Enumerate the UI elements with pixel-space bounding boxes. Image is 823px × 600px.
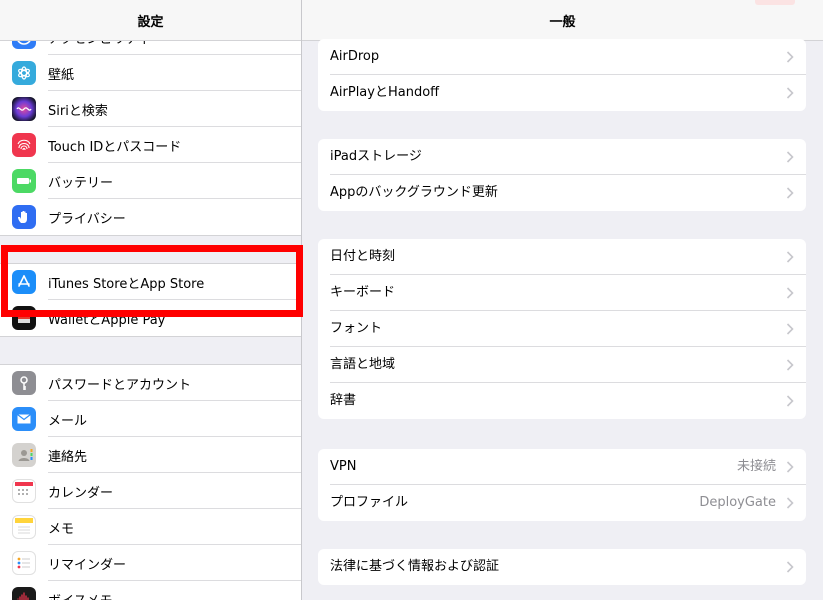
chevron-right-icon — [786, 287, 794, 299]
contacts-icon — [12, 443, 36, 467]
battery-icon — [12, 169, 36, 193]
chevron-right-icon — [786, 87, 794, 99]
general-group-airdrop: AirDrop AirPlayとHandoff — [318, 39, 806, 111]
general-item-ipad-storage[interactable]: iPadストレージ — [318, 139, 806, 175]
hand-icon — [12, 205, 36, 229]
sidebar-item-mail[interactable]: メール — [0, 401, 301, 437]
chevron-right-icon — [786, 151, 794, 163]
sidebar-item-contacts[interactable]: 連絡先 — [0, 437, 301, 473]
sidebar-item-notes[interactable]: メモ — [0, 509, 301, 545]
sidebar-group-system: アクセシビリティ 壁紙 Siriと検索 Touch IDとパスコード — [0, 18, 301, 236]
sidebar-header: 設定 — [0, 0, 301, 41]
chevron-right-icon — [786, 395, 794, 407]
chevron-right-icon — [786, 359, 794, 371]
general-group-storage: iPadストレージ Appのバックグラウンド更新 — [318, 139, 806, 211]
general-item-airdrop[interactable]: AirDrop — [318, 39, 806, 75]
general-item-date-time[interactable]: 日付と時刻 — [318, 239, 806, 275]
general-group-vpn: VPN 未接続 プロファイル DeployGate — [318, 449, 806, 521]
sidebar-item-touch-id[interactable]: Touch IDとパスコード — [0, 127, 301, 163]
profile-value: DeployGate — [699, 495, 776, 510]
general-item-language-region[interactable]: 言語と地域 — [318, 347, 806, 383]
sidebar-item-voice-memos[interactable]: ボイスメモ — [0, 581, 301, 600]
reminders-icon — [12, 551, 36, 575]
chevron-right-icon — [786, 251, 794, 263]
notes-icon — [12, 515, 36, 539]
key-icon — [12, 371, 36, 395]
status-indicator — [755, 0, 795, 5]
sidebar-item-wallpaper[interactable]: 壁紙 — [0, 55, 301, 91]
chevron-right-icon — [786, 187, 794, 199]
general-item-background-app-refresh[interactable]: Appのバックグラウンド更新 — [318, 175, 806, 211]
wallpaper-icon — [12, 61, 36, 85]
general-item-keyboard[interactable]: キーボード — [318, 275, 806, 311]
sidebar-item-siri[interactable]: Siriと検索 — [0, 91, 301, 127]
voice-memo-icon — [12, 587, 36, 600]
general-item-profile[interactable]: プロファイル DeployGate — [318, 485, 806, 521]
sidebar-group-apps: パスワードとアカウント メール 連絡先 カレンダー メモ リマインダー — [0, 364, 301, 600]
chevron-right-icon — [786, 461, 794, 473]
vpn-status: 未接続 — [736, 459, 776, 474]
sidebar-item-calendar[interactable]: カレンダー — [0, 473, 301, 509]
chevron-right-icon — [786, 497, 794, 509]
general-item-legal-regulatory[interactable]: 法律に基づく情報および認証 — [318, 549, 806, 585]
sidebar-item-reminders[interactable]: リマインダー — [0, 545, 301, 581]
chevron-right-icon — [786, 323, 794, 335]
general-item-vpn[interactable]: VPN 未接続 — [318, 449, 806, 485]
chevron-right-icon — [786, 561, 794, 573]
detail-title: 一般 — [549, 14, 576, 30]
sidebar-item-passwords-accounts[interactable]: パスワードとアカウント — [0, 365, 301, 401]
calendar-icon — [12, 479, 36, 503]
sidebar-item-privacy[interactable]: プライバシー — [0, 199, 301, 235]
highlight-annotation — [1, 245, 303, 317]
general-group-locale: 日付と時刻 キーボード フォント 言語と地域 辞書 — [318, 239, 806, 419]
general-item-dictionary[interactable]: 辞書 — [318, 383, 806, 419]
siri-icon — [12, 97, 36, 121]
general-settings-pane: 一般 AirDrop AirPlayとHandoff iPadストレージ App… — [302, 0, 823, 600]
general-group-legal: 法律に基づく情報および認証 — [318, 549, 806, 585]
chevron-right-icon — [786, 51, 794, 63]
mail-icon — [12, 407, 36, 431]
general-item-airplay-handoff[interactable]: AirPlayとHandoff — [318, 75, 806, 111]
detail-header: 一般 — [302, 0, 823, 41]
fingerprint-icon — [12, 133, 36, 157]
sidebar-title: 設定 — [137, 14, 164, 30]
general-item-fonts[interactable]: フォント — [318, 311, 806, 347]
sidebar-item-battery[interactable]: バッテリー — [0, 163, 301, 199]
